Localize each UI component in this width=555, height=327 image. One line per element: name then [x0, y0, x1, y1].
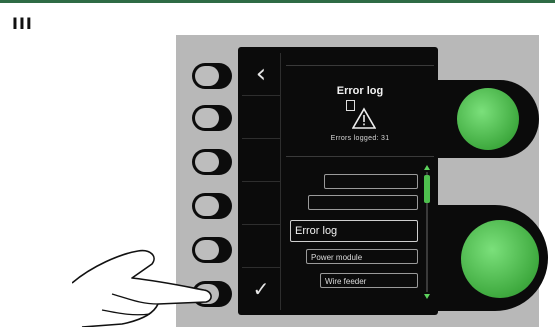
side-button-3[interactable] [192, 149, 232, 175]
errors-logged-count: Errors logged: 31 [330, 135, 390, 142]
back-button[interactable]: ‹ [242, 53, 281, 96]
display-screen: ‹ ✓ Error log Errors logged: 31 Error lo… [238, 47, 438, 315]
list-item[interactable] [324, 174, 418, 189]
upper-control-knob[interactable] [457, 88, 519, 150]
sidebar-cell-4[interactable] [242, 182, 281, 225]
lower-control-knob[interactable] [461, 220, 539, 298]
list-item[interactable]: Power module [306, 249, 418, 264]
page-title: Error log [336, 85, 384, 97]
confirm-button[interactable]: ✓ [242, 268, 281, 310]
side-button-4[interactable] [192, 193, 232, 219]
hand-pointer-icon [72, 249, 212, 327]
side-button-2[interactable] [192, 105, 232, 131]
scroll-thumb[interactable] [424, 175, 430, 203]
header-divider-line [0, 0, 555, 3]
scroll-down-icon[interactable] [424, 294, 430, 299]
chevron-left-icon: ‹ [255, 59, 267, 89]
scroll-up-icon[interactable] [424, 165, 430, 170]
scrollbar[interactable] [424, 165, 430, 299]
warning-icon [352, 107, 376, 129]
list-item-selected[interactable]: Error log [290, 220, 418, 242]
sidebar-cell-5[interactable] [242, 225, 281, 268]
list-item[interactable] [308, 195, 418, 210]
step-label: III [12, 14, 33, 33]
sidebar-cell-3[interactable] [242, 139, 281, 182]
side-button-1[interactable] [192, 63, 232, 89]
sidebar-cell-2[interactable] [242, 96, 281, 139]
checkmark-icon: ✓ [252, 277, 270, 301]
list-item[interactable]: Wire feeder [320, 273, 418, 288]
screen-sidebar: ‹ ✓ [238, 47, 283, 315]
